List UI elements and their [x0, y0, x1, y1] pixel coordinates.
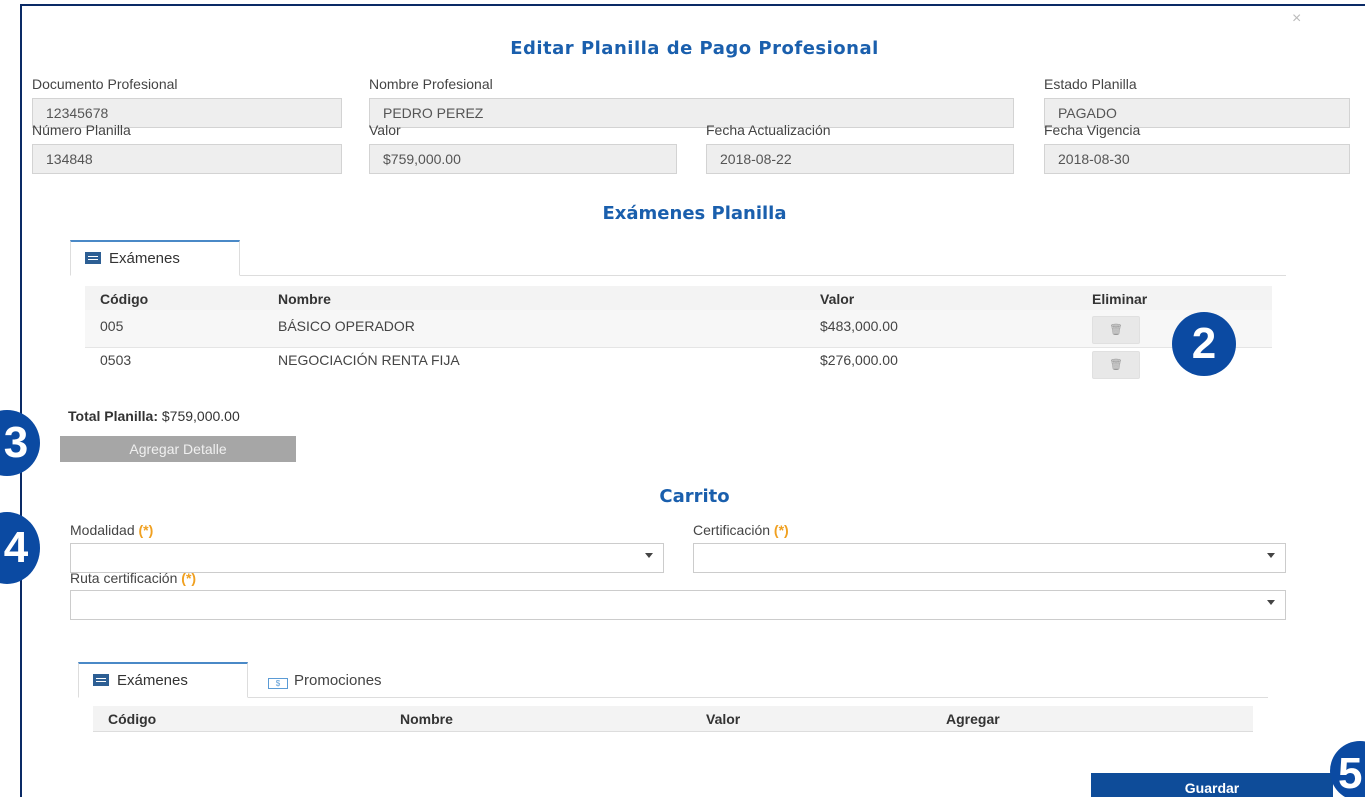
- documento-label: Documento Profesional: [32, 76, 178, 92]
- valor-label: Valor: [369, 122, 401, 138]
- tab-promociones[interactable]: $ Promociones: [268, 672, 382, 689]
- required-mark: (*): [773, 522, 789, 538]
- valor-field: $759,000.00: [369, 144, 677, 174]
- trash-icon: 🗑: [1109, 324, 1123, 336]
- examenes-tabbar: [70, 240, 1286, 276]
- modal-title: Editar Planilla de Pago Profesional: [510, 38, 879, 59]
- row-codigo: 005: [100, 318, 124, 334]
- col-eliminar: Eliminar: [1092, 291, 1148, 307]
- required-mark: (*): [138, 522, 154, 538]
- table-row: 005 BÁSICO OPERADOR $483,000.00 🗑: [85, 310, 1272, 348]
- fecha-vigencia-field: 2018-08-30: [1044, 144, 1350, 174]
- agregar-detalle-button[interactable]: Agregar Detalle: [60, 436, 296, 462]
- trash-icon: 🗑: [1109, 359, 1123, 371]
- row-nombre: BÁSICO OPERADOR: [278, 318, 415, 334]
- row-valor: $483,000.00: [820, 318, 898, 334]
- certificacion-label: Certificación (*): [693, 522, 789, 538]
- certificacion-select[interactable]: [693, 543, 1286, 573]
- ruta-certificacion-select[interactable]: [70, 590, 1286, 620]
- nombre-label: Nombre Profesional: [369, 76, 493, 92]
- col-codigo: Código: [108, 711, 157, 727]
- guardar-button[interactable]: Guardar: [1091, 773, 1333, 797]
- fecha-vigencia-label: Fecha Vigencia: [1044, 122, 1141, 138]
- carrito-title: Carrito: [659, 486, 730, 507]
- table-row: 0503 NEGOCIACIÓN RENTA FIJA $276,000.00 …: [85, 348, 1272, 386]
- col-nombre: Nombre: [400, 711, 453, 727]
- step-badge-2: 2: [1172, 312, 1236, 376]
- modalidad-label: Modalidad (*): [70, 522, 153, 538]
- tab-carrito-examenes[interactable]: Exámenes: [78, 662, 248, 698]
- document-icon: [93, 674, 109, 686]
- tab-carrito-examenes-label: Exámenes: [117, 672, 188, 689]
- numero-label: Número Planilla: [32, 122, 131, 138]
- col-valor: Valor: [820, 291, 855, 307]
- total-planilla: Total Planilla: $759,000.00: [68, 408, 240, 424]
- chevron-down-icon: [1267, 600, 1275, 605]
- delete-button[interactable]: 🗑: [1092, 316, 1140, 344]
- nombre-field: PEDRO PEREZ: [369, 98, 1014, 128]
- estado-label: Estado Planilla: [1044, 76, 1137, 92]
- numero-field: 134848: [32, 144, 342, 174]
- delete-button[interactable]: 🗑: [1092, 351, 1140, 379]
- tab-promociones-label: Promociones: [294, 672, 382, 689]
- document-icon: [85, 252, 101, 264]
- edit-planilla-modal: × Editar Planilla de Pago Profesional Do…: [20, 4, 1365, 797]
- total-value: $759,000.00: [161, 408, 240, 424]
- certificacion-label-text: Certificación: [693, 522, 771, 538]
- col-codigo: Código: [100, 291, 149, 307]
- modalidad-label-text: Modalidad: [70, 522, 135, 538]
- fecha-actualizacion-label: Fecha Actualización: [706, 122, 831, 138]
- row-nombre: NEGOCIACIÓN RENTA FIJA: [278, 352, 460, 368]
- row-codigo: 0503: [100, 352, 132, 368]
- col-agregar: Agregar: [946, 711, 1000, 727]
- tab-examenes-label: Exámenes: [109, 250, 180, 267]
- examenes-planilla-title: Exámenes Planilla: [602, 203, 787, 224]
- carrito-tabbar: [78, 662, 1268, 698]
- chevron-down-icon: [1267, 553, 1275, 558]
- modalidad-select[interactable]: [70, 543, 664, 573]
- close-icon[interactable]: ×: [1292, 10, 1301, 28]
- row-valor: $276,000.00: [820, 352, 898, 368]
- carrito-table-header: Código Nombre Valor Agregar: [93, 706, 1253, 732]
- col-valor: Valor: [706, 711, 741, 727]
- ruta-label-text: Ruta certificación: [70, 570, 178, 586]
- examenes-table-header: Código Nombre Valor Eliminar: [85, 286, 1272, 312]
- tab-examenes[interactable]: Exámenes: [70, 240, 240, 276]
- required-mark: (*): [181, 570, 197, 586]
- ruta-label: Ruta certificación (*): [70, 570, 196, 586]
- total-label: Total Planilla:: [68, 408, 158, 424]
- col-nombre: Nombre: [278, 291, 331, 307]
- money-icon: $: [268, 678, 288, 689]
- chevron-down-icon: [645, 553, 653, 558]
- fecha-actualizacion-field: 2018-08-22: [706, 144, 1014, 174]
